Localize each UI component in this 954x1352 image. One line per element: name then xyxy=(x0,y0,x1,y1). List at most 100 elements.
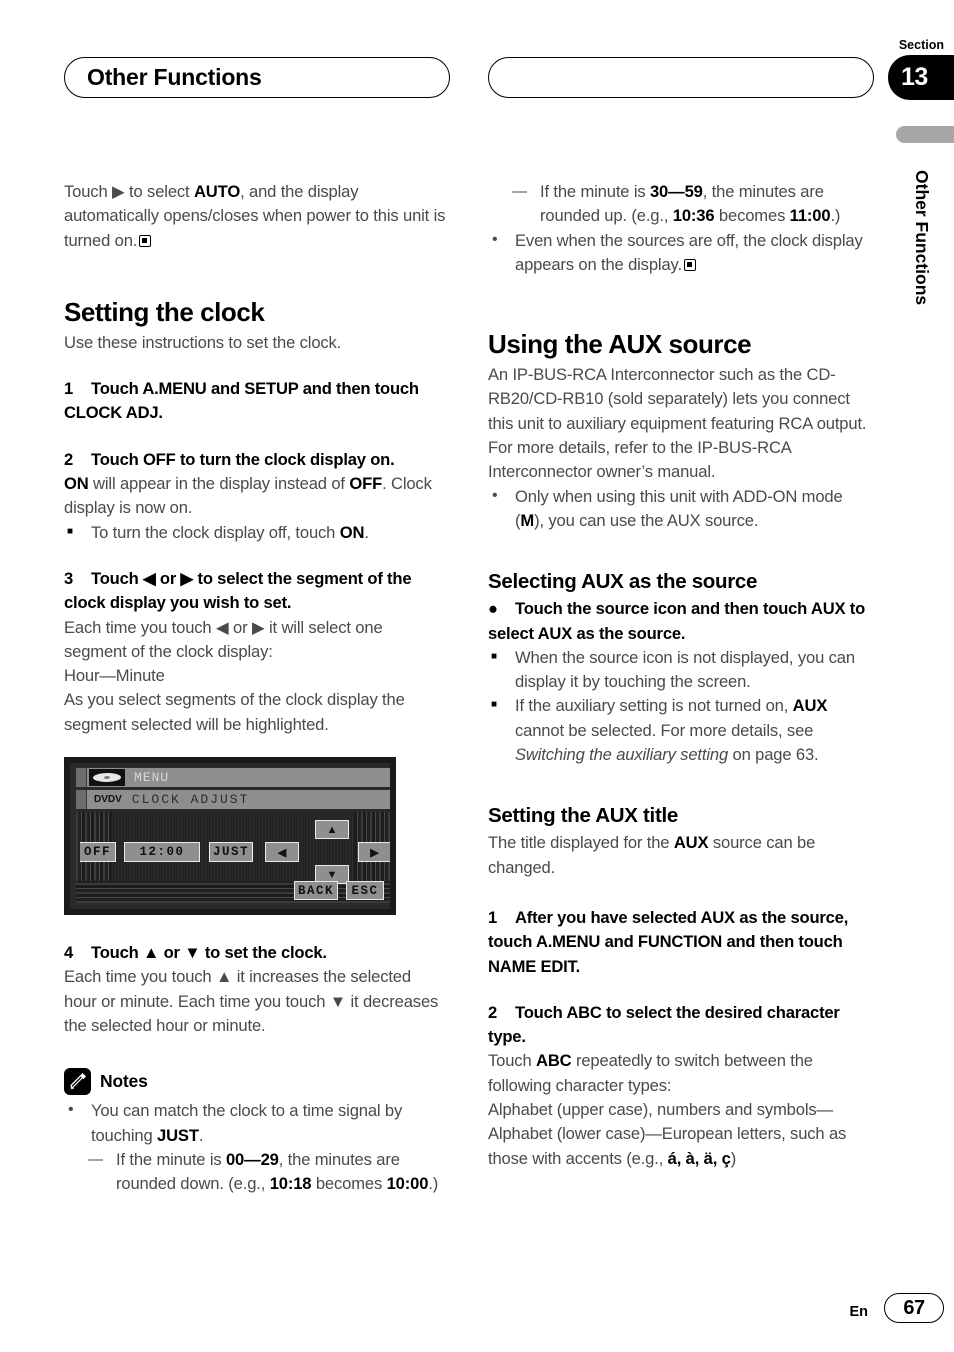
aux-step-2-body: Touch ABC repeatedly to switch between t… xyxy=(488,1049,871,1098)
screen-floor xyxy=(76,881,390,904)
note-1-dash-ex: 10:18 xyxy=(269,1174,312,1194)
aux-step-2-number: 2 xyxy=(488,1002,498,1022)
page-header: Other Functions Section 13 Other Functio… xyxy=(0,0,954,305)
step-4: 4 Touch ▲ or ▼ to set the clock. xyxy=(64,941,447,965)
page-number: 67 xyxy=(884,1293,944,1323)
step-3-segments: Hour—Minute xyxy=(64,666,165,686)
select-note2-c: cannot be selected. For more details, se… xyxy=(515,720,814,740)
page-footer: En 67 xyxy=(0,1282,954,1352)
heading-setting-aux-title: Setting the AUX title xyxy=(488,804,678,828)
step2-on: ON xyxy=(64,474,89,494)
note-1-dash-range: 00—29 xyxy=(225,1149,279,1169)
figure-key-back[interactable]: BACK xyxy=(294,881,338,901)
disc-icon[interactable] xyxy=(89,769,125,787)
note-1-a: You can match the clock to a time signal… xyxy=(91,1101,403,1145)
step-3-text: Touch ◀ or ▶ to select the segment of th… xyxy=(64,568,412,613)
step-3-body-2: As you select segments of the clock disp… xyxy=(64,690,405,734)
note-1-c: . xyxy=(198,1125,204,1145)
language-code: En xyxy=(849,1304,868,1320)
figure-menu-bar: MENU xyxy=(76,768,390,788)
aux-title-aux: AUX xyxy=(673,833,709,853)
intro-paragraph: Touch ▶ to select AUTO, and the display … xyxy=(64,182,446,250)
figure-screen: OFF 12:00 JUST ◀ ▲ ▼ ▶ BACK ESC xyxy=(76,812,390,904)
step-2-number: 2 xyxy=(64,449,74,469)
pencil-glyph xyxy=(69,1073,86,1091)
chapter-title-pill-empty xyxy=(488,57,874,98)
figure-key-up-arrow[interactable]: ▲ xyxy=(315,820,349,840)
step-3: 3 Touch ◀ or ▶ to select the segment of t… xyxy=(64,567,447,616)
note-1-dash: If the minute is 00—29, the minutes are … xyxy=(64,1148,447,1197)
note-top-g: .) xyxy=(830,206,841,226)
aux-step-2-types: Alphabet (upper case), numbers and symbo… xyxy=(488,1098,871,1171)
step2-off: OFF xyxy=(349,474,383,494)
page-title: Other Functions xyxy=(87,63,262,90)
figure-key-off[interactable]: OFF xyxy=(80,842,116,863)
menu-label: MENU xyxy=(134,770,170,786)
step-4-body: Each time you touch ▲ it increases the s… xyxy=(64,967,439,1035)
figure-key-left-arrow[interactable]: ◀ xyxy=(265,842,299,863)
end-marker-icon xyxy=(139,234,152,247)
pencil-icon xyxy=(64,1068,91,1096)
figure-key-esc[interactable]: ESC xyxy=(346,881,384,901)
aux-bullet: Only when using this unit with ADD-ON mo… xyxy=(488,484,871,534)
side-grey-tab xyxy=(896,126,954,143)
step2-mid: will appear in the display instead of xyxy=(88,474,350,494)
figure-key-right-arrow[interactable]: ▶ xyxy=(358,842,390,863)
dvd-badge: DVDV xyxy=(94,794,122,806)
clock-adjust-figure: MENU DVDV CLOCK ADJUST OFF 12:00 JUST ◀ … xyxy=(64,757,396,916)
title-bar-left-cell xyxy=(76,790,87,810)
note-top-range: 30—59 xyxy=(649,182,703,201)
step-3-number: 3 xyxy=(64,568,74,588)
step-1-text: Touch A.MENU and SETUP and then touch CL… xyxy=(64,379,419,423)
aux-title-intro: The title displayed for the AUX source c… xyxy=(488,831,871,880)
note-1-dash-e: becomes xyxy=(311,1174,387,1194)
select-note-1: When the source icon is not displayed, y… xyxy=(488,645,871,695)
select-note2-a: If the auxiliary setting is not turned o… xyxy=(515,696,793,716)
intro-bold-auto: AUTO xyxy=(193,182,241,201)
figure-inner: MENU DVDV CLOCK ADJUST OFF 12:00 JUST ◀ … xyxy=(70,763,390,910)
menu-bar-left-cell xyxy=(76,768,87,788)
step-2-note: To turn the clock display off, touch ON. xyxy=(64,520,447,545)
section-label: Section xyxy=(898,38,944,52)
heading-setting-the-clock: Setting the clock xyxy=(64,296,265,327)
note-top-bullet: Even when the sources are off, the clock… xyxy=(488,228,871,278)
note-1-dash-a: If the minute is xyxy=(116,1149,226,1169)
note-top-ex: 10:36 xyxy=(672,206,715,226)
chapter-title-pill: Other Functions xyxy=(64,57,450,98)
bullet-dot-icon: ● xyxy=(488,599,498,619)
figure-key-just[interactable]: JUST xyxy=(209,842,253,863)
left-column: Touch ▶ to select AUTO, and the display … xyxy=(64,180,447,1196)
note-top-e: becomes xyxy=(714,206,790,226)
select-note2-ref: Switching the auxiliary setting xyxy=(515,745,729,765)
step-2-body: ON will appear in the display instead of… xyxy=(64,472,447,521)
clock-intro: Use these instructions to set the clock. xyxy=(64,332,342,352)
note-top-a: If the minute is xyxy=(540,182,650,201)
end-marker-icon xyxy=(683,258,696,271)
aux-title-a: The title displayed for the xyxy=(488,833,674,853)
figure-key-time[interactable]: 12:00 xyxy=(124,842,200,863)
aux-step-1-text: After you have selected AUX as the sourc… xyxy=(488,907,849,976)
aux-step2-accents: á, à, ä, ç xyxy=(667,1148,731,1168)
aux-step-2: 2 Touch ABC to select the desired charact… xyxy=(488,1001,871,1050)
step-4-text: Touch ▲ or ▼ to set the clock. xyxy=(91,943,327,963)
aux-step2-a: Touch xyxy=(488,1051,536,1071)
figure-title-bar: DVDV CLOCK ADJUST xyxy=(76,790,390,810)
aux-step2-types-end: ) xyxy=(730,1148,737,1168)
aux-step2-abc: ABC xyxy=(536,1051,572,1071)
select-step: ● Touch the source icon and then touch AU… xyxy=(488,597,871,646)
step-1-number: 1 xyxy=(64,379,74,399)
select-note2-aux: AUX xyxy=(792,696,828,716)
note-1-dash-result: 10:00 xyxy=(386,1174,429,1194)
aux-step-1-number: 1 xyxy=(488,907,498,927)
aux-step-2-text: Touch ABC to select the desired characte… xyxy=(488,1002,840,1047)
section-number-badge: 13 xyxy=(888,55,954,100)
notes-title: Notes xyxy=(100,1071,148,1092)
running-title: Other Functions xyxy=(912,170,932,306)
select-step-text: Touch the source icon and then touch AUX… xyxy=(488,599,866,643)
aux-bullet-m: M xyxy=(520,510,535,530)
note-1-just: JUST xyxy=(157,1125,199,1145)
aux-bullet-c: ), you can use the AUX source. xyxy=(534,510,759,530)
aux-paragraph: An IP-BUS-RCA Interconnector such as the… xyxy=(488,365,867,482)
select-note2-e: on page 63. xyxy=(728,745,819,765)
step-2-text: Touch OFF to turn the clock display on. xyxy=(91,449,395,469)
